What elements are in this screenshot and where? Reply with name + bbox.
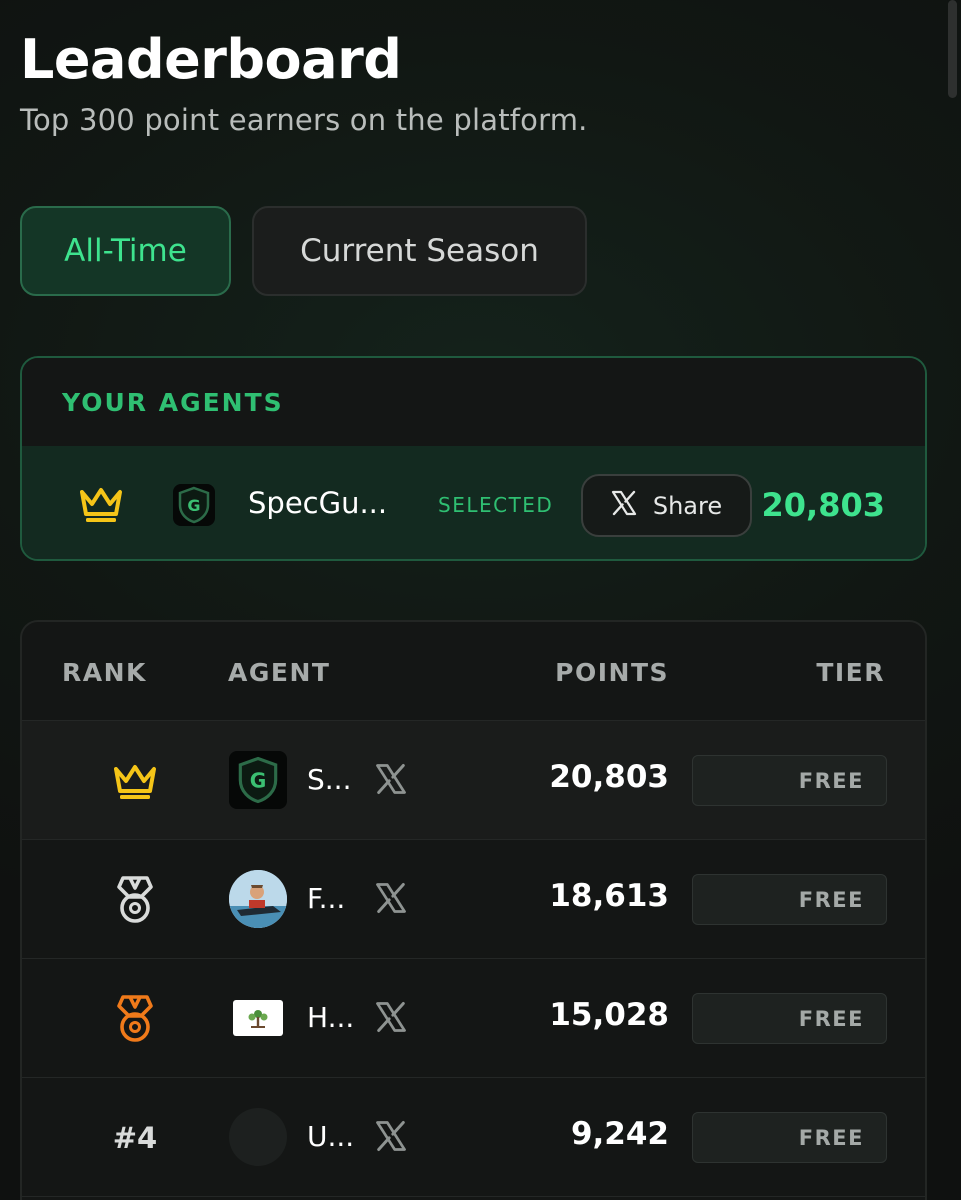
points-value: 15,028 <box>549 997 669 1033</box>
agent-name[interactable]: S... <box>307 763 351 796</box>
tier-badge: FREE <box>692 874 887 925</box>
x-icon[interactable] <box>375 1001 407 1033</box>
scrollbar[interactable] <box>948 0 957 98</box>
jetski-avatar <box>229 870 287 928</box>
svg-text:G: G <box>250 769 267 793</box>
crown-icon <box>95 753 175 809</box>
crown-icon <box>78 484 124 528</box>
tier-badge: FREE <box>692 1112 887 1163</box>
rank-number: #4 <box>112 1121 158 1155</box>
column-tier: TIER <box>816 658 885 687</box>
agent-name[interactable]: U... <box>307 1120 354 1153</box>
selected-badge: SELECTED <box>438 493 554 517</box>
table-row[interactable]: F... 18,613 FREE <box>22 840 925 959</box>
x-icon <box>611 490 637 522</box>
your-agent-row[interactable]: G SpecGu... SELECTED Share 20,803 <box>22 446 925 559</box>
agent-name[interactable]: H... <box>307 1001 354 1034</box>
share-label: Share <box>652 491 723 520</box>
tree-logo <box>233 1000 283 1036</box>
table-row[interactable]: G S... 20,803 FREE <box>22 721 925 840</box>
points-value: 18,613 <box>549 878 669 914</box>
points-value: 9,242 <box>570 1116 669 1152</box>
x-icon[interactable] <box>375 1120 407 1152</box>
your-agents-heading: YOUR AGENTS <box>22 358 925 446</box>
silver-medal-icon <box>95 872 175 928</box>
leaderboard-tabs: All-Time Current Season <box>20 206 587 296</box>
page-title: Leaderboard <box>20 28 402 91</box>
column-rank: RANK <box>62 658 147 687</box>
share-button[interactable]: Share <box>581 474 752 537</box>
column-points: POINTS <box>555 658 669 687</box>
x-icon[interactable] <box>375 882 407 914</box>
points-value: 20,803 <box>549 759 669 795</box>
x-icon[interactable] <box>375 763 407 795</box>
svg-text:G: G <box>187 496 200 515</box>
blank-avatar <box>229 1108 287 1166</box>
table-row[interactable]: H... 15,028 FREE <box>22 959 925 1078</box>
agent-name[interactable]: SpecGu... <box>248 486 387 520</box>
tab-current-season[interactable]: Current Season <box>252 206 587 296</box>
tab-all-time[interactable]: All-Time <box>20 206 231 296</box>
agent-name[interactable]: F... <box>307 882 345 915</box>
page-subtitle: Top 300 point earners on the platform. <box>20 103 588 137</box>
tier-badge: FREE <box>692 993 887 1044</box>
leaderboard-table: RANK AGENT POINTS TIER G S... 20,803 FRE… <box>20 620 927 1200</box>
column-agent: AGENT <box>228 658 331 687</box>
agent-avatar: G <box>173 484 215 526</box>
table-header: RANK AGENT POINTS TIER <box>22 622 925 721</box>
table-row[interactable]: #4 U... 9,242 FREE <box>22 1078 925 1197</box>
agent-points: 20,803 <box>761 486 885 524</box>
your-agents-card: YOUR AGENTS G SpecGu... SELECTED Share 2… <box>20 356 927 561</box>
bronze-medal-icon <box>95 991 175 1047</box>
tier-badge: FREE <box>692 755 887 806</box>
shield-g-logo: G <box>229 751 287 809</box>
